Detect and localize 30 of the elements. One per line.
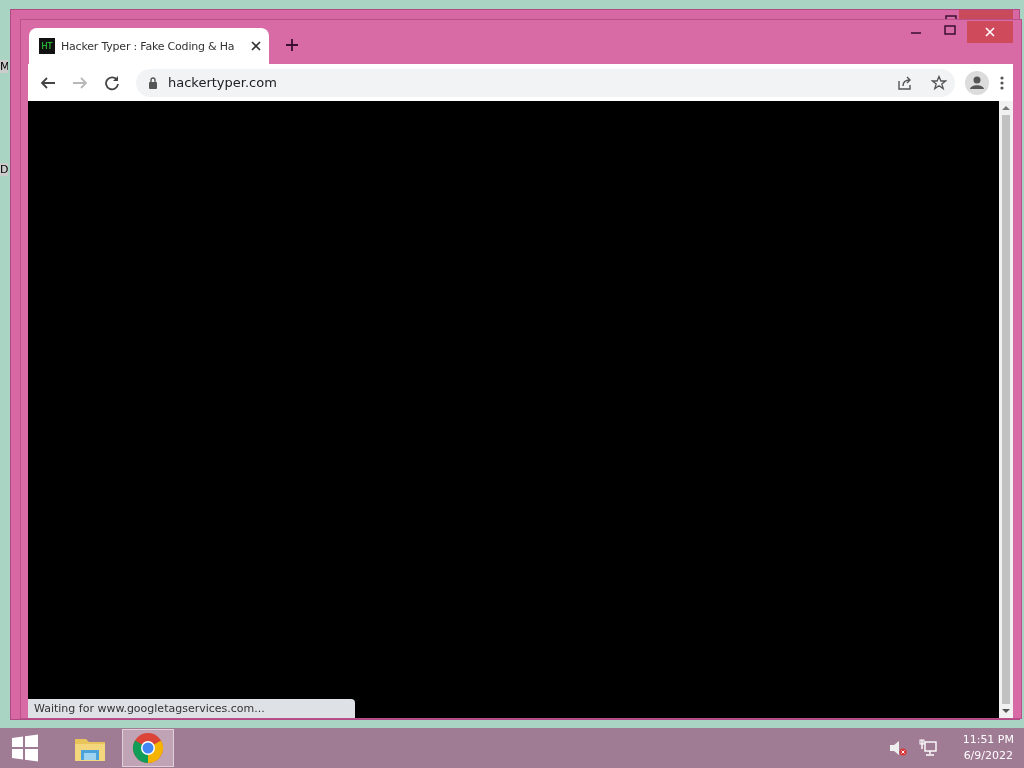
speaker-icon[interactable]: [888, 740, 907, 756]
tab-title: Hacker Typer : Fake Coding & Ha: [61, 39, 236, 53]
star-icon[interactable]: [931, 74, 947, 91]
new-tab-icon[interactable]: [285, 38, 299, 52]
scroll-down-icon[interactable]: [1002, 708, 1010, 714]
share-icon[interactable]: [897, 74, 913, 91]
address-bar[interactable]: hackertyper.com: [136, 68, 955, 97]
reload-icon[interactable]: [104, 74, 120, 91]
scrollbar[interactable]: [999, 101, 1013, 718]
site-favicon: HT: [39, 38, 55, 54]
menu-icon[interactable]: [999, 74, 1005, 91]
close-icon[interactable]: [251, 41, 261, 51]
scroll-up-icon[interactable]: [1002, 105, 1010, 111]
scrollbar-thumb[interactable]: [1002, 115, 1010, 704]
status-bubble: Waiting for www.googletagservices.com...: [28, 699, 355, 718]
windows-logo-icon[interactable]: [10, 733, 40, 763]
browser-tab[interactable]: HT Hacker Typer : Fake Coding & Ha: [29, 28, 269, 64]
clock[interactable]: 11:51 PM 6/9/2022: [962, 732, 1014, 764]
lock-icon: [148, 76, 158, 89]
desktop-icon-label[interactable]: D: [0, 163, 8, 176]
close-icon: [985, 27, 995, 37]
desktop-icon-label[interactable]: M: [0, 60, 8, 73]
chrome-logo-icon: [132, 732, 164, 764]
url-text: hackertyper.com: [168, 75, 277, 90]
clock-date: 6/9/2022: [963, 748, 1014, 764]
profile-icon[interactable]: [965, 70, 989, 95]
network-icon[interactable]: [918, 739, 937, 757]
clock-time: 11:51 PM: [962, 732, 1014, 748]
back-icon[interactable]: [40, 74, 56, 91]
chrome-taskbar-button[interactable]: [122, 729, 174, 767]
